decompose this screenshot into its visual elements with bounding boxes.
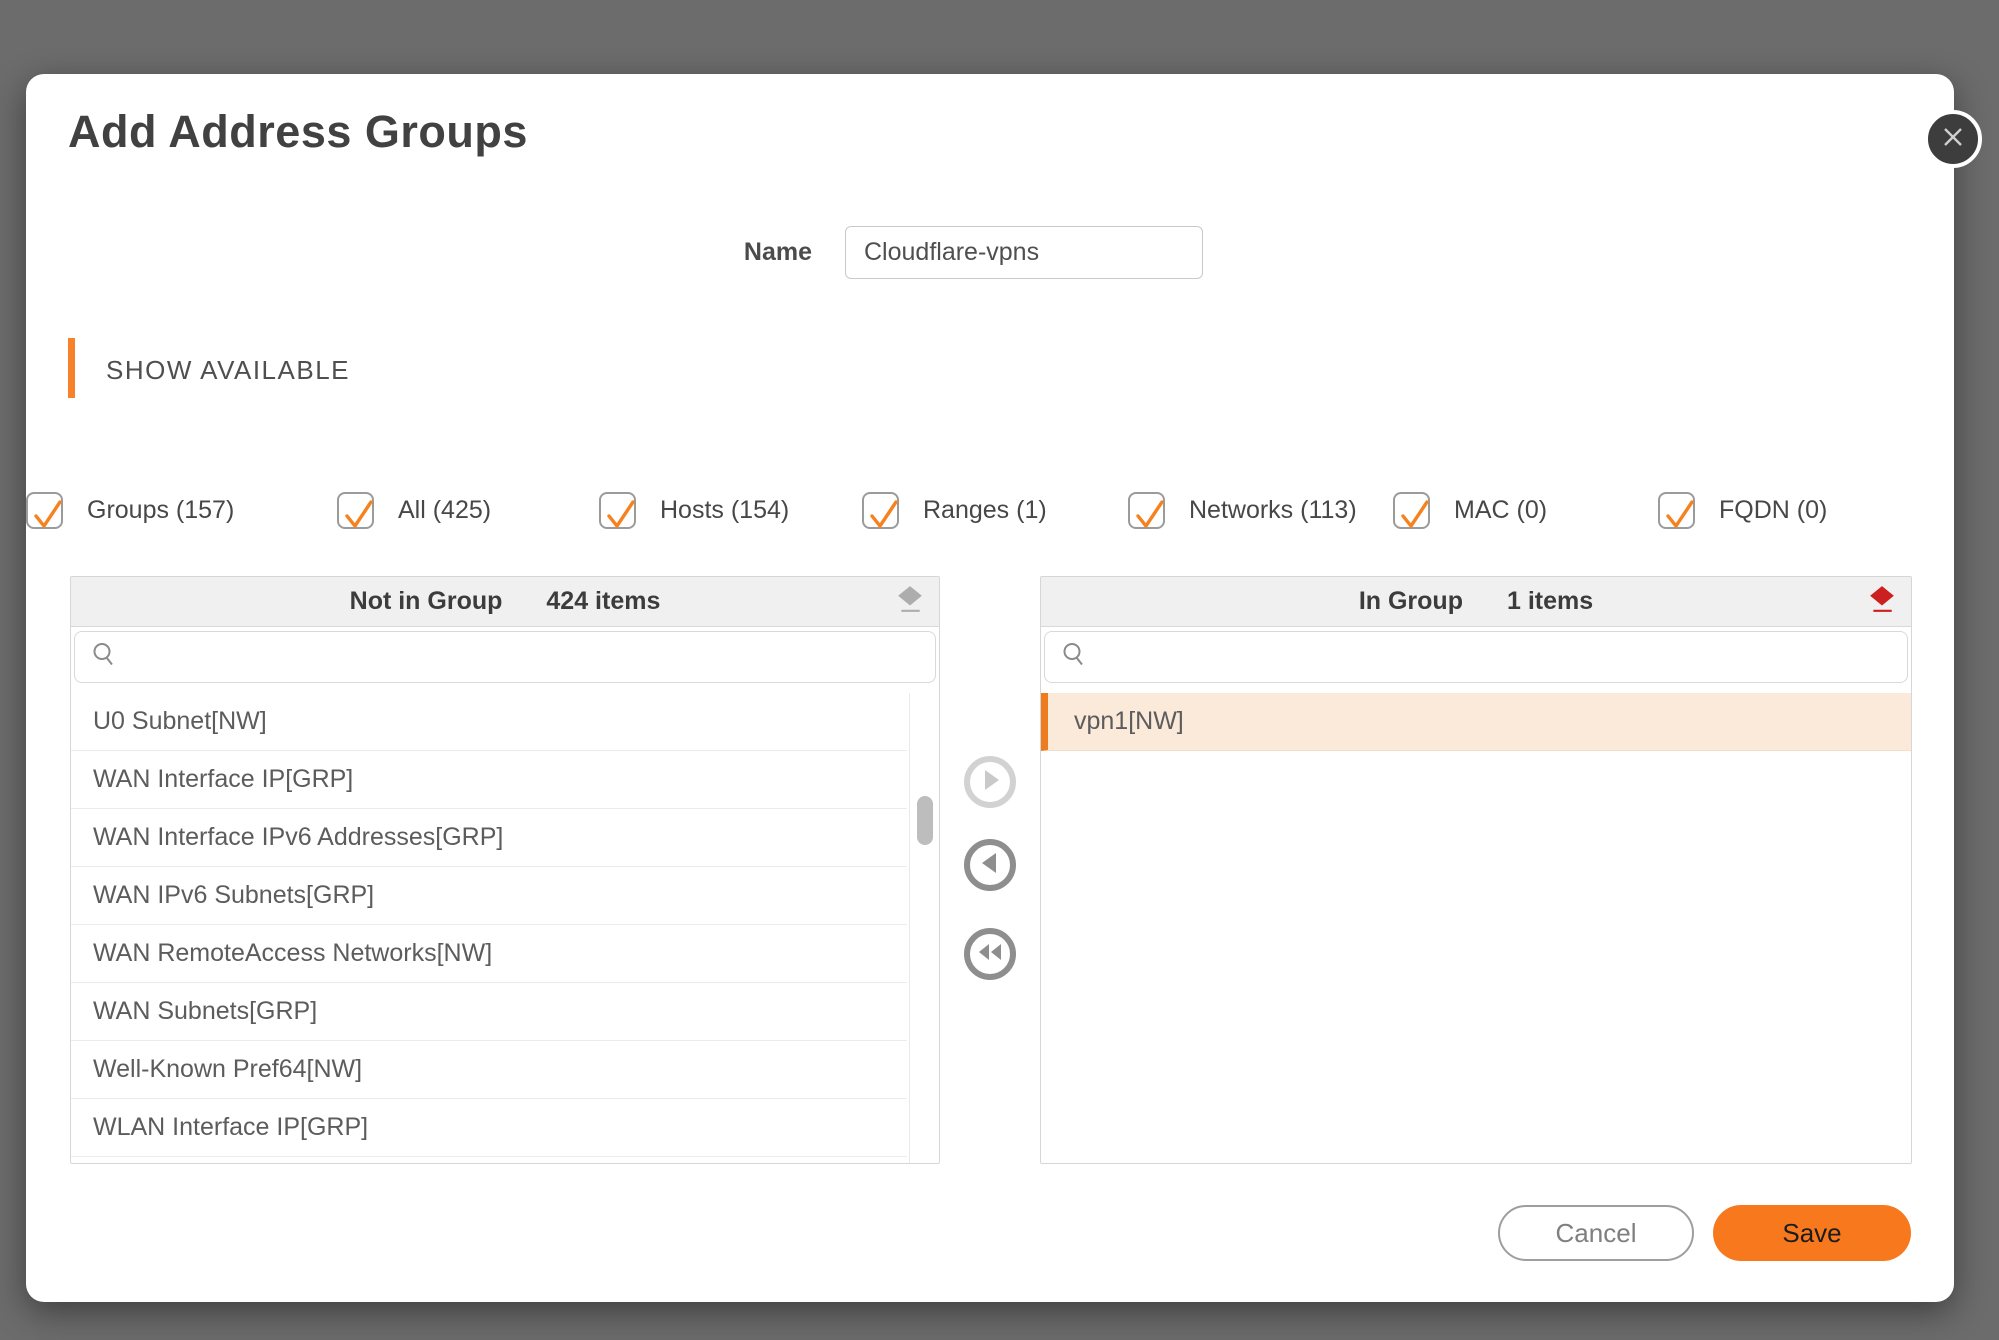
in-group-panel: In Group 1 items (1040, 576, 1912, 1164)
clear-group-button[interactable] (1867, 587, 1897, 617)
filter-label: FQDN (0) (1719, 494, 1827, 527)
move-right-button[interactable] (964, 756, 1016, 808)
name-label: Name (646, 238, 812, 267)
clear-selection-button[interactable] (895, 587, 925, 617)
save-button[interactable]: Save (1713, 1205, 1911, 1261)
panel-title: In Group (1359, 587, 1463, 616)
checkbox-icon (26, 492, 63, 529)
list-item[interactable]: Well-Known Pref64[NW] (71, 1041, 907, 1099)
filter-label: Hosts (154) (660, 494, 789, 527)
list-item[interactable]: WAN Interface IPv6 Addresses[GRP] (71, 809, 907, 867)
filter-checkbox-row: All (425) Hosts (154) Ranges (1) (26, 472, 1954, 548)
list-item[interactable]: WLAN Interface IP[GRP] (71, 1099, 907, 1157)
list-item-label: vpn1[NW] (1074, 707, 1184, 736)
not-in-group-panel: Not in Group 424 items (70, 576, 940, 1164)
filter-checkbox[interactable]: All (425) (337, 472, 491, 548)
filter-checkbox[interactable]: Ranges (1) (862, 472, 1047, 548)
checkbox-icon (1393, 492, 1430, 529)
close-icon (1940, 124, 1966, 155)
panel-item-count: 1 items (1507, 587, 1593, 616)
section-title: SHOW AVAILABLE (106, 355, 350, 386)
checkbox-icon (1128, 492, 1165, 529)
checkbox-icon (599, 492, 636, 529)
close-button[interactable] (1924, 110, 1982, 168)
add-address-groups-dialog: Add Address Groups Name SHOW AVAILABLE A… (26, 74, 1954, 1302)
filter-label: All (425) (398, 494, 491, 527)
in-group-list: vpn1[NW] (1041, 693, 1911, 1163)
eraser-icon (1868, 585, 1896, 618)
search-input[interactable] (74, 631, 936, 683)
not-in-group-header: Not in Group 424 items (71, 577, 939, 627)
list-item[interactable]: WAN Interface IP[GRP] (71, 751, 907, 809)
list-item-label: WAN Subnets[GRP] (93, 997, 317, 1026)
in-group-header: In Group 1 items (1041, 577, 1911, 627)
checkbox-icon (337, 492, 374, 529)
panel-title: Not in Group (350, 587, 503, 616)
filter-checkbox[interactable]: FQDN (0) (1658, 472, 1827, 548)
filter-label: MAC (0) (1454, 494, 1547, 527)
list-item[interactable]: WAN RemoteAccess Networks[NW] (71, 925, 907, 983)
filter-checkbox[interactable]: Hosts (154) (599, 472, 789, 548)
list-item-label: Well-Known Pref64[NW] (93, 1055, 362, 1084)
list-item-label: U0 Subnet[NW] (93, 707, 267, 736)
list-item-label: WAN IPv6 Subnets[GRP] (93, 881, 374, 910)
list-item-label: WLAN Interface IP[GRP] (93, 1113, 368, 1142)
list-item-label: WAN RemoteAccess Networks[NW] (93, 939, 492, 968)
search-input[interactable] (1044, 631, 1908, 683)
move-left-button[interactable] (964, 839, 1016, 891)
list-item-label: WAN Interface IPv6 Addresses[GRP] (93, 823, 503, 852)
list-item[interactable]: WAN IPv6 Subnets[GRP] (71, 867, 907, 925)
filter-checkbox[interactable]: Groups (157) (26, 472, 234, 548)
arrow-left-icon (970, 843, 1010, 888)
section-accent-bar (68, 338, 75, 398)
move-all-left-button[interactable] (964, 928, 1016, 980)
filter-checkbox[interactable]: MAC (0) (1393, 472, 1547, 548)
page-title: Add Address Groups (68, 106, 528, 158)
scrollbar-track-divider (909, 693, 910, 1163)
cancel-button[interactable]: Cancel (1498, 1205, 1694, 1261)
arrow-right-icon (970, 760, 1010, 805)
filter-checkbox[interactable]: Networks (113) (1128, 472, 1357, 548)
filter-label: Networks (113) (1189, 494, 1357, 527)
eraser-icon (896, 585, 924, 618)
list-item[interactable]: WAN Subnets[GRP] (71, 983, 907, 1041)
checkbox-icon (862, 492, 899, 529)
list-item[interactable]: U0 Subnet[NW] (71, 693, 907, 751)
double-arrow-left-icon (970, 932, 1010, 977)
list-item[interactable]: vpn1[NW] (1041, 693, 1911, 751)
not-in-group-list: U0 Subnet[NW] WAN Interface IP[GRP] WAN … (71, 693, 907, 1163)
list-item-label: WAN Interface IP[GRP] (93, 765, 353, 794)
name-field[interactable] (845, 226, 1203, 279)
filter-label: Ranges (1) (923, 494, 1047, 527)
filter-label: Groups (157) (87, 494, 234, 527)
scrollbar-thumb[interactable] (917, 796, 933, 845)
panel-item-count: 424 items (546, 587, 660, 616)
checkbox-icon (1658, 492, 1695, 529)
